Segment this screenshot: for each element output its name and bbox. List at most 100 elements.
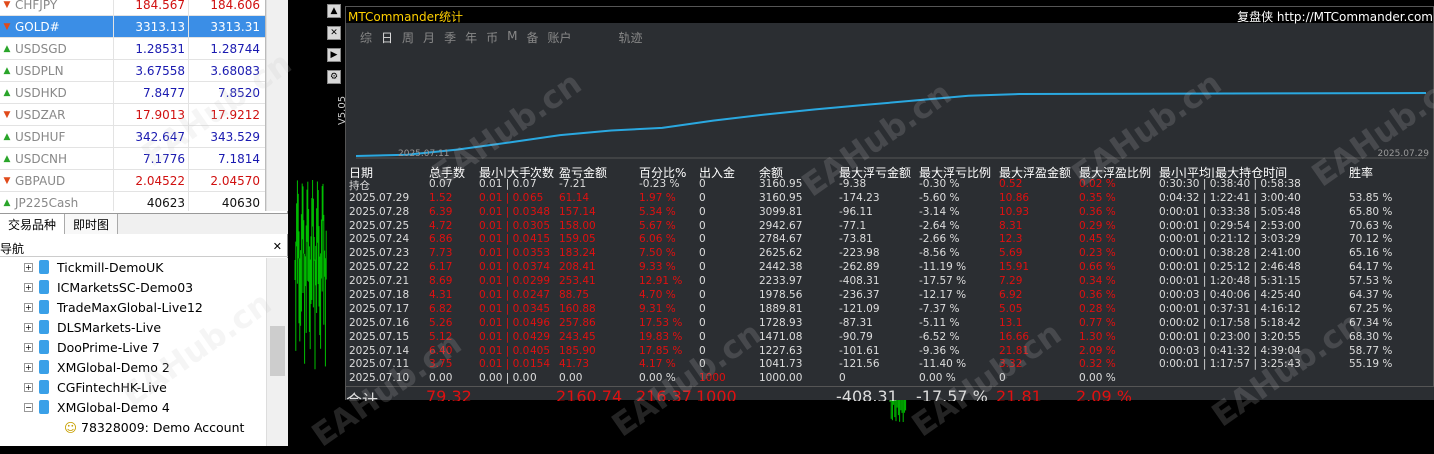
- table-cell: 0: [699, 177, 706, 190]
- table-row: 2025.07.291.520.01 | 0.056561.141.97 %03…: [349, 192, 1434, 206]
- quote-row[interactable]: ▲ USDCNH 7.1776 7.1814: [0, 147, 265, 170]
- table-cell: 5.67 %: [639, 219, 676, 232]
- period-tab[interactable]: 季: [444, 29, 456, 46]
- table-cell: 0.36 %: [1079, 205, 1116, 218]
- collapse-icon[interactable]: ▲: [327, 4, 341, 18]
- arrow-up-icon: ▲: [3, 43, 11, 54]
- table-cell: 2025.07.18: [349, 289, 410, 302]
- table-cell: 21.81: [996, 387, 1042, 401]
- table-header: 日期总手数最小|大手数次数盈亏金额百分比%出入金余额最大浮亏金额最大浮亏比例最大…: [349, 164, 1434, 178]
- server-name: Tickmill-DemoUK: [57, 259, 164, 275]
- symbol-cell: ▼ USDZAR: [0, 108, 113, 122]
- account-item[interactable]: ☺ 78328009: Demo Account: [0, 417, 288, 437]
- server-icon: [39, 260, 49, 274]
- symbol-name: USDCNH: [15, 151, 68, 166]
- symbol-name: USDHKD: [15, 85, 67, 100]
- arrow-up-icon: ▲: [3, 65, 11, 76]
- server-icon: [39, 320, 49, 334]
- table-cell: 6.86: [429, 233, 453, 246]
- table-cell: 0.01 | 0.05: [479, 205, 530, 218]
- table-cell: 1227.63: [759, 344, 803, 357]
- server-name: TradeMaxGlobal-Live12: [57, 299, 203, 315]
- symbol-cell: ▲ USDCNH: [0, 152, 113, 166]
- table-cell: 253.41: [559, 275, 596, 288]
- table-cell: 6.82: [429, 302, 453, 315]
- quote-row[interactable]: ▼ CHFJPY 184.567 184.606: [0, 0, 265, 16]
- server-icon: [39, 400, 49, 414]
- table-cell: 299: [530, 275, 551, 288]
- expand-icon[interactable]: +: [24, 382, 33, 392]
- quote-row[interactable]: ▲ USDSGD 1.28531 1.28744: [0, 37, 265, 60]
- table-cell: 6.39: [429, 205, 453, 218]
- period-tabs: 综日周月季年币 M 备账户 轨迹: [360, 29, 652, 46]
- expand-icon[interactable]: +: [24, 322, 33, 332]
- expand-icon[interactable]: +: [24, 342, 33, 352]
- quote-row[interactable]: ▼ GBPAUD 2.04522 2.04570: [0, 169, 265, 192]
- table-cell: 53.85 %: [1349, 191, 1393, 204]
- server-item[interactable]: + Tickmill-DemoUK: [0, 257, 288, 277]
- expand-icon[interactable]: +: [24, 262, 33, 272]
- expand-icon[interactable]: −: [24, 402, 33, 412]
- table-cell: 4.31: [429, 289, 453, 302]
- table-cell: 12.3: [999, 233, 1023, 246]
- arrow-icon[interactable]: ▶: [327, 48, 341, 62]
- close-icon[interactable]: ✕: [273, 240, 282, 253]
- table-cell: -236.37: [839, 289, 880, 302]
- table-cell: 10.93: [999, 205, 1030, 218]
- quote-row[interactable]: ▲ USDHUF 342.647 343.529: [0, 125, 265, 148]
- table-cell: 15.91: [999, 261, 1030, 274]
- table-cell: 0.01 | 0.05: [479, 261, 530, 274]
- track-tab[interactable]: 轨迹: [619, 29, 643, 46]
- table-cell: 353: [530, 247, 551, 260]
- market-watch-scrollbar[interactable]: [266, 0, 288, 211]
- table-cell: 0.00 %: [1079, 372, 1116, 385]
- table-cell: 0.01 | 0.05: [479, 247, 530, 260]
- table-cell: -121.56: [839, 358, 880, 371]
- table-cell: 0.01 | 0.05: [479, 316, 530, 329]
- period-tab[interactable]: 备: [526, 29, 538, 46]
- period-tab[interactable]: 年: [465, 29, 477, 46]
- column-header: 次数: [530, 166, 555, 178]
- period-tab[interactable]: 币: [486, 29, 498, 46]
- tab-tick-chart[interactable]: 即时图: [65, 214, 119, 234]
- table-cell: 158.00: [559, 219, 596, 232]
- period-tab[interactable]: 综: [360, 29, 372, 46]
- table-cell: 2025.07.28: [349, 205, 410, 218]
- period-tab[interactable]: 月: [423, 29, 435, 46]
- symbol-cell: ▼ GOLD#: [0, 20, 113, 34]
- table-cell: 0.01 | 0.01: [479, 177, 530, 190]
- period-tab[interactable]: 账户: [547, 29, 571, 46]
- server-name: DooPrime-Live 7: [57, 339, 160, 355]
- table-cell: 154: [530, 358, 551, 371]
- table-cell: 160.88: [559, 302, 596, 315]
- symbol-cell: ▲ USDHUF: [0, 130, 113, 144]
- quote-row[interactable]: ▼ GOLD# 3313.13 3313.31: [0, 15, 265, 38]
- scroll-thumb[interactable]: [270, 326, 285, 376]
- table-cell: [476, 387, 527, 401]
- period-tab[interactable]: 周: [402, 29, 414, 46]
- arrow-down-icon: ▼: [3, 0, 11, 10]
- ask-cell: 184.606: [188, 0, 263, 16]
- table-cell: 0.01 | 0.05: [479, 191, 530, 204]
- server-name: ICMarketsSC-Demo03: [57, 279, 194, 295]
- table-cell: 0:04:32 | 1:22:41 | 3:00:40: [1159, 191, 1301, 204]
- table-cell: 7: [530, 177, 537, 190]
- table-cell: 183.24: [559, 247, 596, 260]
- quote-row[interactable]: ▲ JP225Cash 40623 40630: [0, 191, 265, 211]
- table-cell: 0: [699, 275, 706, 288]
- period-tab[interactable]: 日: [381, 29, 393, 46]
- gear-icon[interactable]: ⚙: [327, 70, 341, 84]
- expand-icon[interactable]: +: [24, 362, 33, 372]
- table-cell: 2025.07.25: [349, 219, 410, 232]
- expand-icon[interactable]: +: [24, 302, 33, 312]
- brand-link[interactable]: 复盘侠 http://MTCommander.com: [1237, 8, 1433, 25]
- period-tab[interactable]: M: [507, 29, 517, 46]
- close-icon[interactable]: ✕: [327, 26, 341, 40]
- table-cell: 0.01 | 0.05: [479, 219, 530, 232]
- table-cell: 0.00: [559, 372, 583, 385]
- server-item[interactable]: + DooPrime-Live 7: [0, 337, 288, 357]
- navigator-scrollbar[interactable]: [266, 258, 288, 446]
- chart-toolbox: ▲ ✕ ▶ ⚙: [327, 4, 341, 92]
- tab-symbols[interactable]: 交易品种: [0, 214, 66, 234]
- expand-icon[interactable]: +: [24, 282, 33, 292]
